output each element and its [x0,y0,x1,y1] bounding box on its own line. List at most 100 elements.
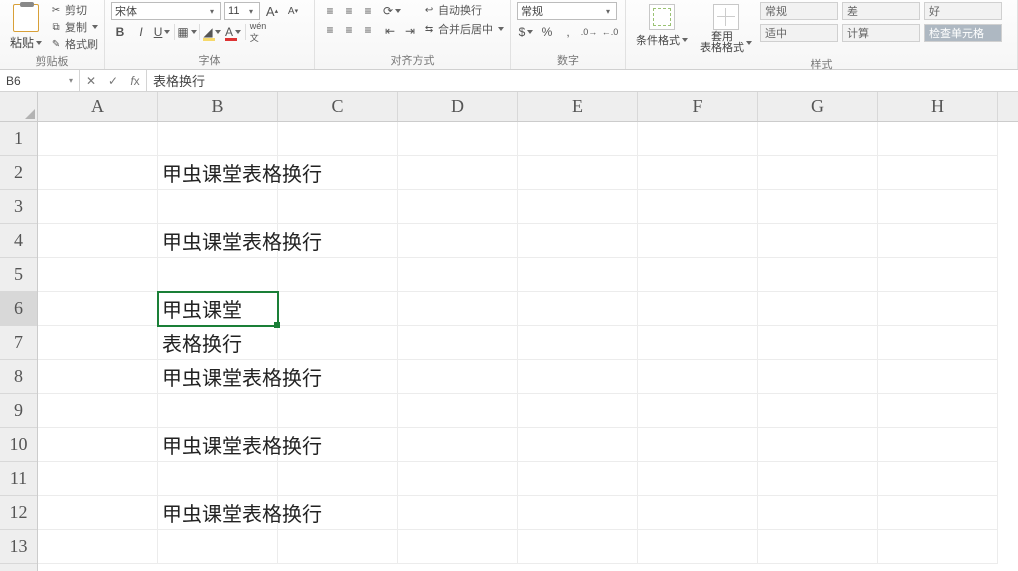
cell[interactable] [278,156,398,190]
cell[interactable] [38,258,158,292]
cell[interactable] [518,360,638,394]
cell[interactable] [878,224,998,258]
fill-color-button[interactable]: ◢ [203,23,221,41]
cell[interactable]: 甲虫课堂表格换行 [158,360,278,394]
cell[interactable] [38,360,158,394]
cell[interactable] [398,496,518,530]
row-header[interactable]: 6 [0,292,37,326]
cell[interactable] [878,530,998,564]
insert-function-button[interactable]: fx [124,74,146,88]
cell[interactable] [38,326,158,360]
number-format-combo[interactable]: 常规▾ [517,2,617,20]
column-header[interactable]: B [158,92,278,121]
cell[interactable] [398,224,518,258]
cell[interactable] [518,530,638,564]
increase-decimal-button[interactable]: .0→ [580,23,598,41]
cell[interactable] [38,394,158,428]
cell-style-calc[interactable]: 计算 [842,24,920,42]
cell[interactable] [878,326,998,360]
cell[interactable] [518,122,638,156]
cell[interactable] [278,224,398,258]
cell[interactable] [398,530,518,564]
cell[interactable] [758,428,878,462]
row-header[interactable]: 11 [0,462,37,496]
row-header[interactable]: 5 [0,258,37,292]
cell[interactable] [878,156,998,190]
select-all-corner[interactable] [0,92,38,122]
cell[interactable] [278,190,398,224]
cell[interactable] [158,190,278,224]
cell-style-bad[interactable]: 差 [842,2,920,20]
cell[interactable] [758,292,878,326]
row-header[interactable]: 3 [0,190,37,224]
cell[interactable] [638,530,758,564]
underline-button[interactable]: U [153,23,171,41]
cell[interactable] [638,122,758,156]
row-header[interactable]: 7 [0,326,37,360]
cell[interactable] [38,122,158,156]
font-name-combo[interactable]: 宋体▾ [111,2,221,20]
cell[interactable] [398,258,518,292]
cell[interactable] [158,530,278,564]
cell[interactable]: 甲虫课堂表格换行 [158,496,278,530]
cell[interactable] [398,122,518,156]
cell[interactable] [638,394,758,428]
cell[interactable] [278,530,398,564]
copy-button[interactable]: ⧉复制 [50,19,98,35]
cell-style-neutral[interactable]: 适中 [760,24,838,42]
bold-button[interactable]: B [111,23,129,41]
align-right-button[interactable]: ≡ [359,21,377,39]
cell[interactable] [878,122,998,156]
cell[interactable] [638,428,758,462]
cell[interactable] [38,190,158,224]
column-header[interactable]: H [878,92,998,121]
cancel-formula-button[interactable]: ✕ [80,74,102,88]
cell[interactable] [278,496,398,530]
cell[interactable] [878,190,998,224]
paste-button[interactable]: 粘贴 [6,2,46,53]
cell[interactable] [518,190,638,224]
cell-style-good[interactable]: 好 [924,2,1002,20]
cell[interactable] [278,292,398,326]
cell[interactable] [398,462,518,496]
row-header[interactable]: 12 [0,496,37,530]
italic-button[interactable]: I [132,23,150,41]
cell[interactable] [638,156,758,190]
cell[interactable] [278,428,398,462]
cell[interactable] [278,394,398,428]
cell[interactable] [758,530,878,564]
cell[interactable] [638,258,758,292]
formula-input[interactable]: 表格换行 [147,70,1018,91]
align-top-button[interactable]: ≡ [321,2,339,20]
column-header[interactable]: D [398,92,518,121]
cell[interactable] [518,224,638,258]
cell[interactable] [518,496,638,530]
cell[interactable] [518,462,638,496]
increase-font-button[interactable]: A▴ [263,2,281,20]
cell[interactable] [398,360,518,394]
cell[interactable] [878,394,998,428]
conditional-formatting-button[interactable]: 条件格式 [632,2,692,50]
cell[interactable] [158,122,278,156]
cell-style-check[interactable]: 检查单元格 [924,24,1002,42]
column-header[interactable]: A [38,92,158,121]
wrap-text-button[interactable]: ↩自动换行 [423,2,504,18]
cell[interactable] [638,224,758,258]
cell[interactable] [638,326,758,360]
cell[interactable] [758,258,878,292]
row-header[interactable]: 4 [0,224,37,258]
cell[interactable] [878,292,998,326]
cell[interactable] [278,462,398,496]
cut-button[interactable]: ✂剪切 [50,2,98,18]
cell[interactable] [758,496,878,530]
cell[interactable]: 甲虫课堂表格换行 [158,428,278,462]
chevron-down-icon[interactable]: ▾ [69,76,73,85]
decrease-decimal-button[interactable]: ←.0 [601,23,619,41]
cell[interactable] [38,428,158,462]
merge-center-button[interactable]: ⇆合并后居中 [423,21,504,37]
cell[interactable] [38,530,158,564]
row-header[interactable]: 9 [0,394,37,428]
cell[interactable] [278,360,398,394]
format-as-table-button[interactable]: 套用 表格格式 [696,2,756,56]
increase-indent-button[interactable]: ⇥ [401,22,419,40]
